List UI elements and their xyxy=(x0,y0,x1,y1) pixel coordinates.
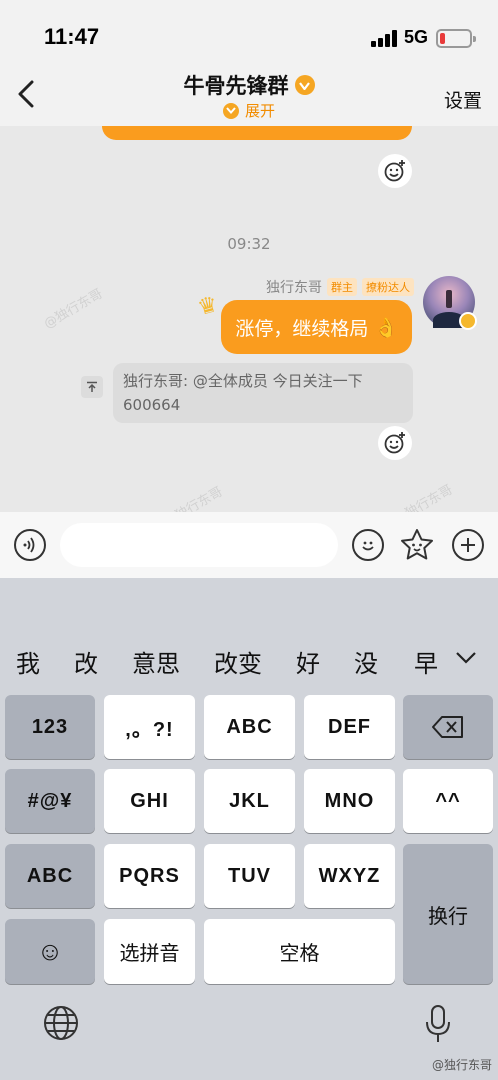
sender-name: 独行东哥 xyxy=(266,280,322,296)
message-timestamp: 09:32 xyxy=(227,235,271,253)
backspace-icon xyxy=(432,716,463,738)
key-punctuation[interactable]: ,。?! xyxy=(104,695,195,759)
status-bar: 11:47 5G xyxy=(0,0,498,62)
emoji-button[interactable] xyxy=(352,529,384,561)
verified-badge-icon xyxy=(294,75,315,95)
microphone-icon xyxy=(426,1005,450,1042)
message-input[interactable] xyxy=(60,523,338,567)
clock: 11:47 xyxy=(44,24,100,49)
pin-icon xyxy=(81,376,103,398)
watermark: @独行东哥 xyxy=(391,482,456,512)
verified-icon xyxy=(459,312,477,330)
key-numbers[interactable]: 123 xyxy=(5,695,95,759)
group-title: 牛骨先锋群 xyxy=(0,70,498,100)
key-pqrs[interactable]: PQRS xyxy=(104,844,195,908)
keyboard: 我 改 意思 改变 好 没 早 123 ,。?! ABC DEF #@¥ GHI… xyxy=(0,578,498,1080)
key-ghi[interactable]: GHI xyxy=(104,769,195,833)
owner-tag: 群主 xyxy=(327,278,357,296)
key-abc[interactable]: ABC xyxy=(204,695,295,759)
key-def[interactable]: DEF xyxy=(304,695,395,759)
notice-text: 独行东哥: @全体成员 今日关注一下600664 xyxy=(113,363,413,423)
chevron-down-icon xyxy=(456,652,476,664)
previous-message-bubble[interactable] xyxy=(102,126,412,140)
expand-candidates-button[interactable] xyxy=(455,650,477,669)
key-jkl[interactable]: JKL xyxy=(204,769,295,833)
backspace-key[interactable] xyxy=(403,695,493,759)
candidate[interactable]: 好 xyxy=(296,644,320,679)
sticker-button[interactable] xyxy=(398,527,436,563)
candidate[interactable]: 早 xyxy=(414,644,438,679)
return-key[interactable]: 换行 xyxy=(403,844,493,984)
globe-icon xyxy=(44,1006,78,1040)
candidate[interactable]: 我 xyxy=(16,644,40,679)
expand-label: 展开 xyxy=(244,102,275,120)
key-mno[interactable]: MNO xyxy=(304,769,395,833)
nav-bar: 牛骨先锋群 展开 设置 xyxy=(0,62,498,126)
add-emoji-icon xyxy=(384,432,405,454)
chevron-down-icon xyxy=(222,102,239,119)
emoji-key[interactable]: ☺ xyxy=(5,919,95,984)
candidate[interactable]: 意思 xyxy=(132,644,180,679)
key-symbols[interactable]: #@¥ xyxy=(5,769,95,833)
candidate[interactable]: 没 xyxy=(354,644,378,679)
add-emoji-icon xyxy=(384,160,405,182)
key-tuv[interactable]: TUV xyxy=(204,844,295,908)
space-key[interactable]: 空格 xyxy=(204,919,395,984)
settings-button[interactable]: 设置 xyxy=(444,86,482,113)
key-abc-switch[interactable]: ABC xyxy=(5,844,95,908)
key-emoticon[interactable]: ^^ xyxy=(403,769,493,833)
message-text: 涨停，继续格局 xyxy=(235,317,369,340)
star-face-icon xyxy=(401,529,433,560)
react-emoji-button[interactable] xyxy=(378,154,412,188)
network-type: 5G xyxy=(404,27,429,47)
watermark: @独行东哥 xyxy=(41,286,106,332)
microphone-button[interactable] xyxy=(424,1004,452,1048)
key-wxyz[interactable]: WXYZ xyxy=(304,844,395,908)
sender-row: 独行东哥 群主 撩粉达人 xyxy=(266,277,414,297)
group-title-text: 牛骨先锋群 xyxy=(183,74,289,98)
key-select-pinyin[interactable]: 选拼音 xyxy=(104,919,195,984)
globe-button[interactable] xyxy=(42,1004,80,1046)
react-emoji-button[interactable] xyxy=(378,426,412,460)
watermark: @独行东哥 xyxy=(161,484,226,512)
source-watermark: @独行东哥 xyxy=(431,1058,492,1072)
voice-icon xyxy=(23,537,35,553)
chat-area[interactable]: 09:32 独行东哥 群主 撩粉达人 ♛ 涨停，继续格局 👌 独行东哥: @全体… xyxy=(0,126,498,512)
smiley-icon xyxy=(362,541,374,551)
candidate[interactable]: 改 xyxy=(74,644,98,679)
ok-hand-emoji: 👌 xyxy=(374,316,398,339)
voice-button[interactable] xyxy=(14,529,46,561)
candidate-bar: 我 改 意思 改变 好 没 早 xyxy=(0,638,498,680)
message-bubble[interactable]: 涨停，继续格局 👌 xyxy=(221,300,412,354)
candidate[interactable]: 改变 xyxy=(214,644,262,679)
crown-icon: ♛ xyxy=(195,291,221,322)
input-bar xyxy=(0,512,498,578)
battery-icon xyxy=(436,29,476,48)
signal-icon xyxy=(371,29,399,47)
expand-button[interactable]: 展开 xyxy=(0,100,498,121)
sender-avatar[interactable] xyxy=(423,276,477,330)
fan-tag: 撩粉达人 xyxy=(362,278,414,296)
add-button[interactable] xyxy=(452,529,484,561)
plus-icon xyxy=(461,538,475,552)
pinned-notice[interactable]: 独行东哥: @全体成员 今日关注一下600664 xyxy=(81,363,413,423)
